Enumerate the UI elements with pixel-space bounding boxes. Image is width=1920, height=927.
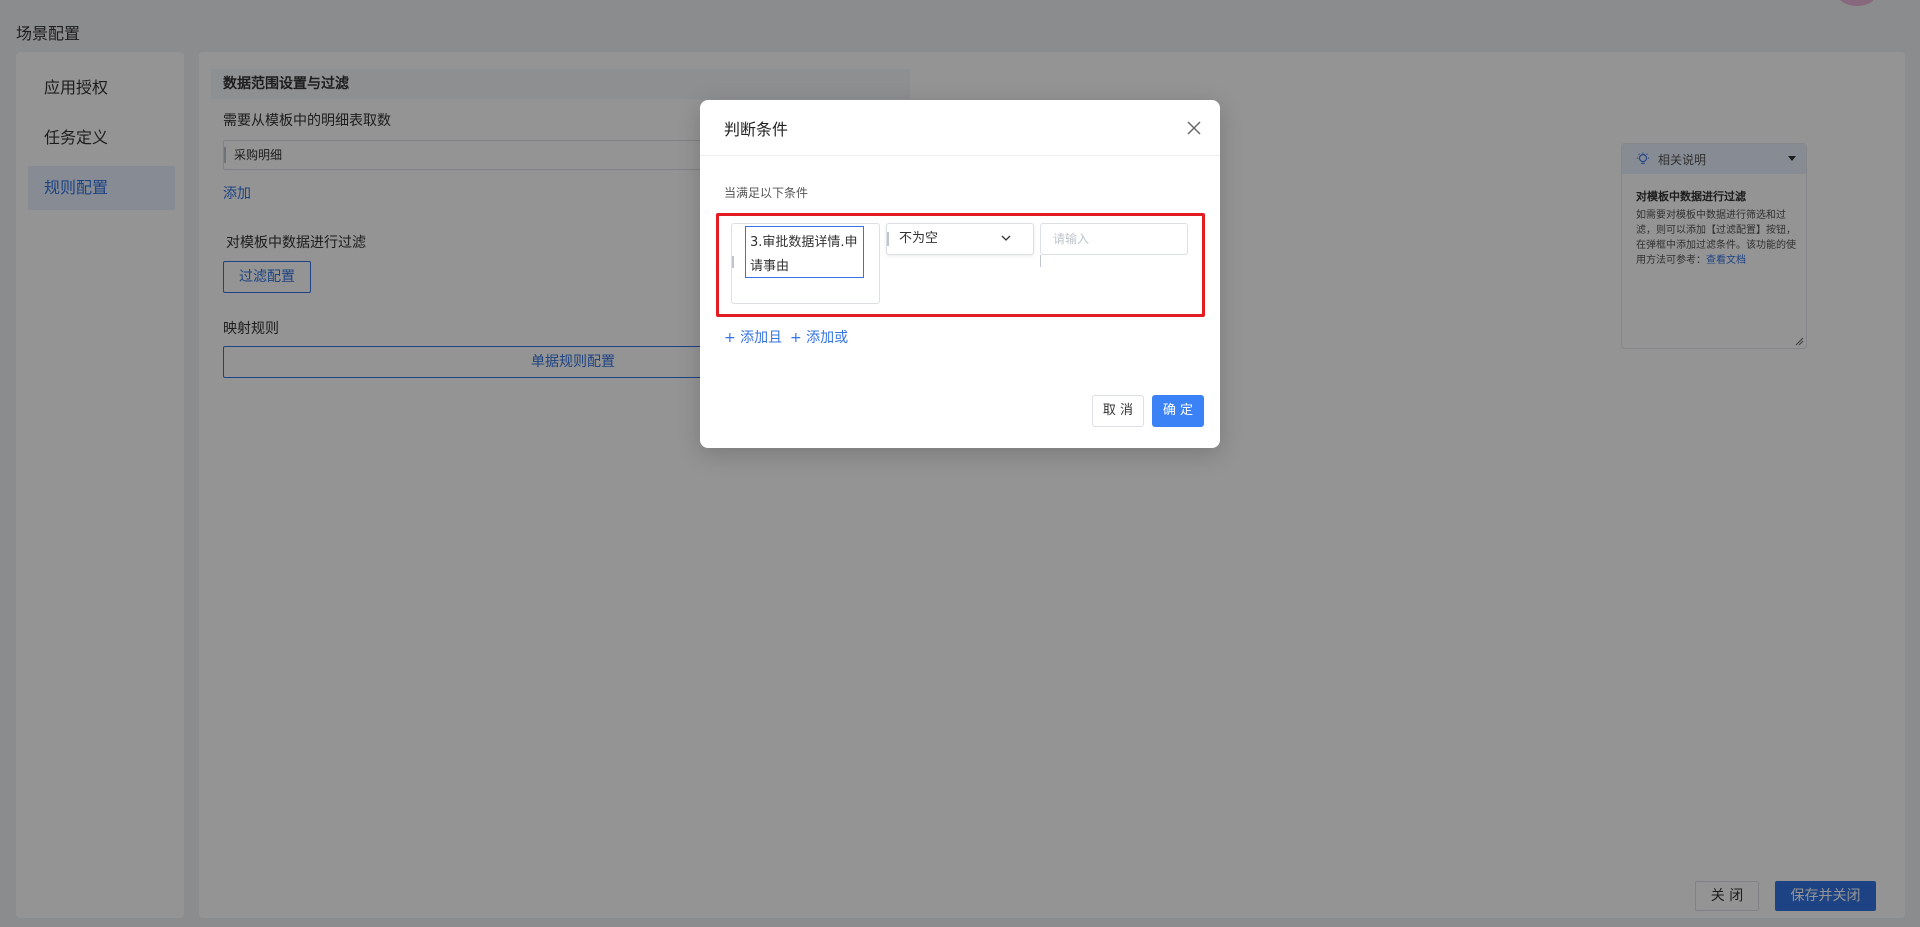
operator-select-value: 不为空 [899,231,939,246]
input-tick-divider [1040,255,1041,267]
field-selector[interactable]: 3.审批数据详情.申请事由 [731,223,880,304]
close-icon[interactable] [1186,120,1202,136]
dialog-header: 判断条件 [700,100,1220,156]
add-or-link[interactable]: + 添加或 [790,327,848,347]
add-and-link[interactable]: + 添加且 [724,327,782,347]
condition-hint: 当满足以下条件 [724,186,809,200]
operator-select[interactable]: 不为空 [886,223,1034,255]
confirm-button[interactable]: 确 定 [1152,395,1204,427]
dialog-title: 判断条件 [724,119,789,139]
cancel-button[interactable]: 取 消 [1092,395,1144,427]
field-chip[interactable]: 3.审批数据详情.申请事由 [745,226,864,278]
condition-dialog: 判断条件 当满足以下条件 3.审批数据详情.申请事由 不为空 + 添加且 + 添… [700,100,1220,448]
condition-value-input[interactable] [1040,223,1188,255]
chevron-down-icon [1001,235,1011,241]
